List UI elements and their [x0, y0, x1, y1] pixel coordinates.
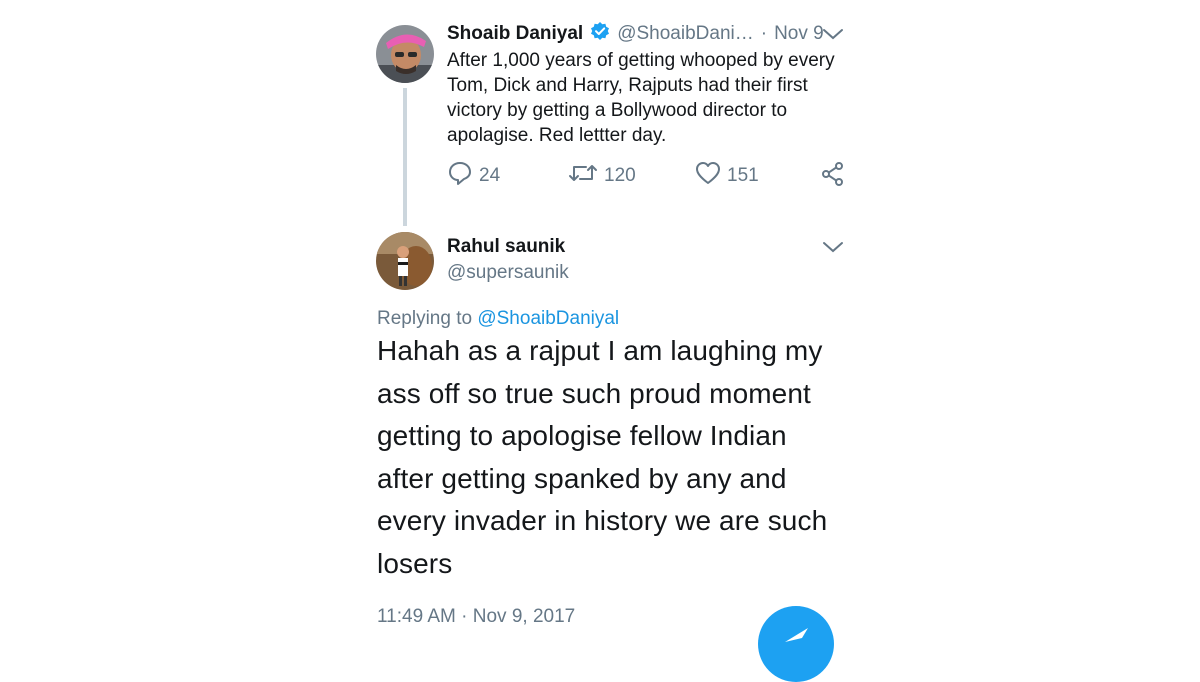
- reply-icon: [447, 160, 473, 192]
- reply-count: 24: [479, 165, 501, 186]
- avatar-shoaib[interactable]: [376, 25, 434, 83]
- thread-line: [403, 88, 407, 226]
- tweet-date[interactable]: Nov 9: [774, 23, 824, 45]
- dot-separator: ·: [760, 23, 768, 44]
- reply-timestamp[interactable]: 11:49 AM · Nov 9, 2017: [377, 606, 575, 628]
- replying-to-link[interactable]: @ShoaibDaniyal: [477, 308, 619, 329]
- chevron-down-icon[interactable]: [822, 25, 844, 43]
- reply-text-line: losers: [377, 547, 453, 579]
- compose-fab-icon: [782, 624, 812, 649]
- reply-text-line: after getting spanked by any and: [377, 462, 787, 494]
- replying-to-label: Replying to: [377, 308, 473, 329]
- chevron-down-icon[interactable]: [822, 238, 844, 256]
- parent-tweet-text: After 1,000 years of getting whooped by …: [447, 48, 867, 148]
- parent-tweet-header: Shoaib Daniyal @ShoaibDani… · Nov 9: [447, 22, 824, 46]
- like-count: 151: [727, 165, 759, 186]
- compose-fab[interactable]: [758, 606, 834, 682]
- avatar-rahul[interactable]: [376, 232, 434, 290]
- tweet-text-line: After 1,000 years of getting whooped by …: [447, 50, 835, 71]
- replying-to: Replying to @ShoaibDaniyal: [377, 308, 619, 330]
- reply-text-line: ass off so true such proud moment: [377, 377, 811, 409]
- like-button[interactable]: 151: [695, 160, 759, 192]
- retweet-button[interactable]: 120: [568, 160, 636, 192]
- reply-text-line: every invader in history we are such: [377, 505, 828, 536]
- tweet-text-line: victory by getting a Bollywood director …: [447, 100, 788, 121]
- author-handle[interactable]: @ShoaibDani…: [617, 23, 754, 45]
- reply-tweet-text: Hahah as a rajput I am laughing my ass o…: [377, 330, 877, 585]
- reply-button[interactable]: 24: [447, 160, 500, 192]
- verified-badge-icon: [590, 21, 610, 47]
- reply-author-name[interactable]: Rahul saunik: [447, 236, 565, 258]
- reply-text-line: Hahah as a rajput I am laughing my: [377, 335, 823, 366]
- share-icon[interactable]: [820, 161, 846, 187]
- author-name[interactable]: Shoaib Daniyal: [447, 23, 583, 45]
- tweet-text-line: apolagise. Red lettter day.: [447, 125, 667, 146]
- heart-icon: [695, 160, 721, 192]
- retweet-icon: [568, 160, 598, 192]
- tweet-text-line: Tom, Dick and Harry, Rajputs had their f…: [447, 75, 808, 96]
- reply-author-handle[interactable]: @supersaunik: [447, 262, 569, 284]
- retweet-count: 120: [604, 165, 636, 186]
- reply-text-line: getting to apologise fellow Indian: [377, 420, 787, 451]
